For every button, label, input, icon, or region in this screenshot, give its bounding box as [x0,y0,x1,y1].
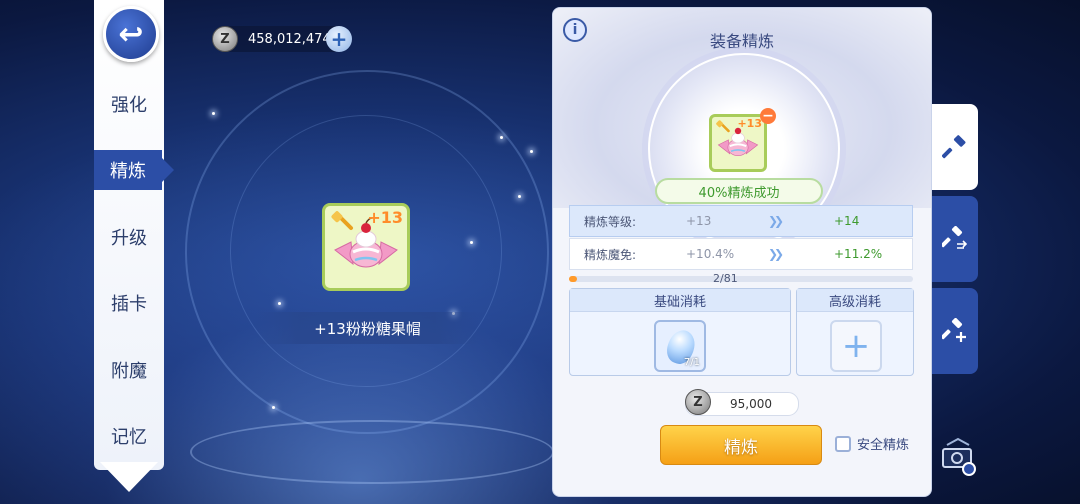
menu-item-enchant[interactable]: 附魔 [94,350,164,390]
stat-row-refine-immunity: 精炼魔免: +10.4% ❯❯ +11.2% [569,238,913,270]
add-advanced-material-button[interactable]: + [830,320,882,372]
star [272,406,275,409]
safe-refine-checkbox[interactable] [835,436,851,452]
star [500,136,503,139]
basic-cost-box: 基础消耗 7/1 [569,288,791,376]
star [278,302,281,305]
menu-item-refine[interactable]: 精炼 [94,150,174,190]
progress-fill [569,276,578,282]
zeny-coin-icon: Z [212,26,238,52]
menu-item-strengthen[interactable]: 强化 [94,84,164,124]
hammer-plus-icon [942,318,966,342]
star [518,195,521,198]
minus-icon: − [762,108,774,124]
side-tab-refine[interactable] [932,104,978,190]
stat-label: 精炼等级: [584,214,637,229]
item-name-bar: +13粉粉糖果帽 [255,312,480,344]
side-tab-transfer[interactable] [932,196,978,282]
item-level-label: +13 [367,208,403,227]
plus-icon: + [841,326,871,366]
hammer-transfer-icon [942,226,968,249]
plus-icon: + [330,27,348,51]
success-rate: 40%精炼成功 [698,185,780,201]
menu-item-memory[interactable]: 记忆 [94,416,164,456]
refine-button-label: 精炼 [724,437,758,458]
stat-label: 精炼魔免: [584,247,637,262]
star [212,112,215,115]
refine-button[interactable]: 精炼 [660,425,822,465]
side-tab-enhance[interactable] [932,288,978,374]
camera-screenshot-icon[interactable] [937,437,979,479]
star [530,150,533,153]
material-count: 7/1 [683,357,700,368]
success-rate-pill: 40%精炼成功 [655,178,823,204]
progress-text: 2/81 [713,272,738,285]
zeny-cost-value: 95,000 [730,397,772,411]
refine-material-slot[interactable]: 7/1 [654,320,706,372]
double-chevron-right-icon: ❯❯ [768,214,784,228]
currency-amount: 458,012,474 [248,31,331,47]
stat-new-value: +11.2% [834,247,883,261]
menu-item-upgrade[interactable]: 升级 [94,217,164,257]
basic-cost-title: 基础消耗 [570,289,790,312]
advanced-cost-box: 高级消耗 + [796,288,914,376]
stat-new-value: +14 [834,214,860,228]
refine-panel: i 装备精炼 +13 − 40%精炼成功 精炼等级: +13 ❯❯ +14 精炼… [552,7,932,497]
remove-item-button[interactable]: − [760,108,776,124]
menu-scroll-down-icon[interactable] [100,462,158,492]
safe-refine-label: 安全精炼 [857,438,910,453]
double-chevron-right-icon: ❯❯ [768,247,784,261]
progress-bar [569,276,913,282]
zeny-coin-icon: Z [685,389,711,415]
back-arrow-icon: ↩ [118,16,144,52]
refine-target-slot[interactable]: +13 [709,114,767,172]
stat-old-value: +13 [686,214,712,228]
stat-old-value: +10.4% [686,247,735,261]
floor-ring [190,420,554,484]
panel-title: 装备精炼 [709,32,774,51]
stat-row-refine-level: 精炼等级: +13 ❯❯ +14 [569,205,913,237]
back-button[interactable]: ↩ [103,6,159,62]
item-name: +13粉粉糖果帽 [314,319,421,338]
slot-level-label: +13 [737,117,762,130]
advanced-cost-title: 高级消耗 [797,289,913,312]
menu-item-card[interactable]: 插卡 [94,283,164,323]
add-currency-button[interactable]: + [326,26,352,52]
hammer-icon [942,135,966,159]
equipment-item-card[interactable]: +13 [322,203,410,291]
star [470,241,473,244]
